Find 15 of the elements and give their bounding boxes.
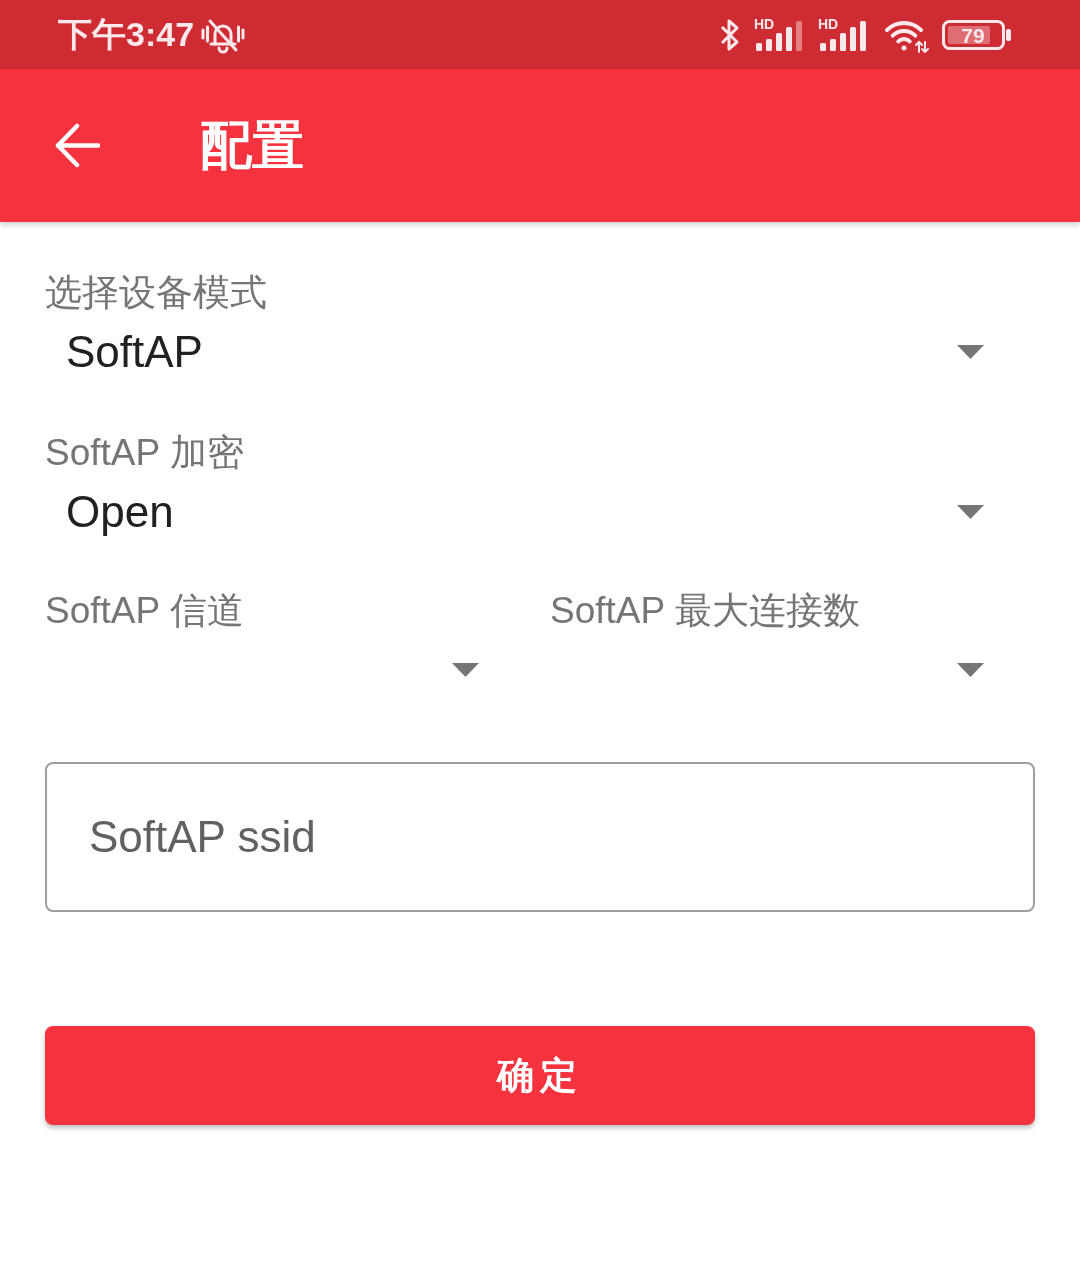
- caret-icon: [957, 345, 984, 359]
- dropdown[interactable]: SoftAP: [45, 315, 1035, 389]
- ssid-field[interactable]: SoftAP ssid: [45, 762, 1035, 912]
- field-label: SoftAP 加密: [45, 431, 245, 475]
- caret-icon: [957, 505, 984, 519]
- back-button[interactable]: [55, 123, 100, 168]
- field-label: SoftAP 信道: [45, 589, 245, 633]
- page-title: 配置: [200, 114, 304, 176]
- confirm-button[interactable]: 确定: [45, 1026, 1035, 1125]
- caret-icon: [957, 663, 984, 677]
- dropdown[interactable]: Open: [45, 475, 1035, 549]
- status-time: 下午3:47: [58, 13, 195, 55]
- caret-icon: [452, 663, 479, 677]
- field-label: 选择设备模式: [45, 271, 268, 315]
- field-label: SoftAP 最大连接数: [550, 589, 861, 633]
